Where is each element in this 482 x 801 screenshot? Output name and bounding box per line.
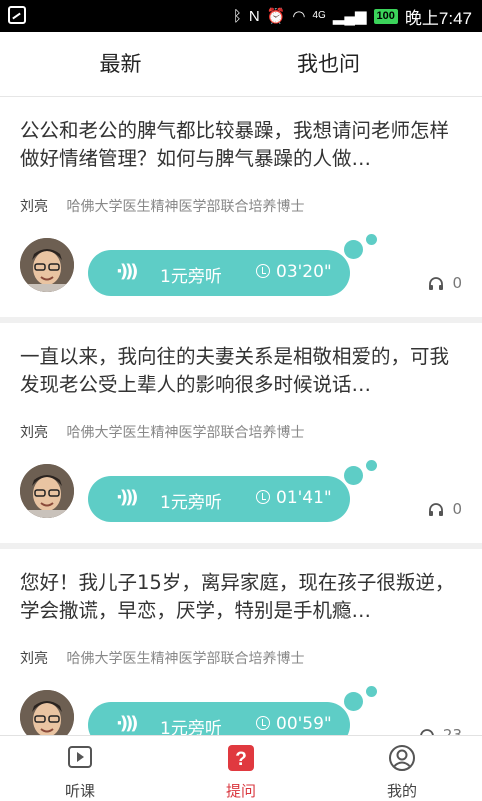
avatar-image	[20, 238, 74, 292]
bottom-nav: 听课 ? 提问 我的	[0, 735, 482, 801]
answerer-title: 哈佛大学医生精神医学部联合培养博士	[66, 651, 305, 667]
answerer-info: 刘亮 哈佛大学医生精神医学部联合培养博士	[20, 422, 304, 442]
signal-icon: ▂▄▆	[332, 7, 367, 25]
audio-duration: 01'41"	[276, 488, 332, 508]
avatar[interactable]	[20, 464, 74, 518]
answerer-name: 刘亮	[20, 425, 48, 441]
nav-courses-label: 听课	[64, 782, 95, 800]
headphones-icon	[429, 503, 444, 516]
listen-count: 0	[428, 500, 462, 518]
audio-duration: 03'20"	[276, 262, 332, 282]
audio-duration: 00'59"	[276, 714, 332, 734]
question-card[interactable]: 公公和老公的脾气都比较暴躁，我想请问老师怎样做好情绪管理？如何与脾气暴躁的人做……	[0, 97, 482, 323]
listen-count-value: 0	[452, 274, 462, 292]
bubble-dot-decoration	[366, 686, 377, 697]
question-card[interactable]: 一直以来，我向往的夫妻关系是相敬相爱的，可我发现老公受上辈人的影响很多时候说话……	[0, 323, 482, 549]
bubble-dot-decoration	[344, 466, 363, 485]
listen-audio-button[interactable]: ·))) 1元旁听 01'41"	[88, 476, 350, 522]
gallery-notification-icon	[8, 6, 26, 24]
nav-profile[interactable]: 我的	[322, 736, 482, 801]
bubble-dot-decoration	[344, 692, 363, 711]
bubble-dot-decoration	[366, 234, 377, 245]
tab-latest[interactable]: 最新	[33, 32, 208, 96]
question-text: 一直以来，我向往的夫妻关系是相敬相爱的，可我发现老公受上辈人的影响很多时候说话…	[20, 345, 450, 396]
audio-wave-icon: ·)))	[116, 487, 138, 508]
listen-audio-button[interactable]: ·))) 1元旁听 03'20"	[88, 250, 350, 296]
alarm-icon: ⏰	[266, 7, 286, 25]
status-bar: ᛒ N ⏰ ◠ 4G ▂▄▆ 100 晚上7:47	[0, 0, 482, 32]
clock-time: 晚上7:47	[404, 8, 472, 28]
bubble-dot-decoration	[344, 240, 363, 259]
wifi-icon: ◠	[292, 7, 306, 25]
headphones-icon	[429, 277, 444, 290]
answerer-info: 刘亮 哈佛大学医生精神医学部联合培养博士	[20, 196, 304, 216]
listen-price: 1元旁听	[160, 267, 222, 287]
clock-icon	[256, 264, 270, 278]
profile-icon	[389, 745, 415, 771]
listen-count: 0	[428, 274, 462, 292]
answerer-title: 哈佛大学医生精神医学部联合培养博士	[66, 425, 305, 441]
audio-wave-icon: ·)))	[116, 261, 138, 282]
question-text: 您好！我儿子15岁，离异家庭，现在孩子很叛逆，学会撒谎，早恋，厌学，特别是手机瘾…	[20, 571, 455, 622]
answerer-name: 刘亮	[20, 651, 48, 667]
svg-text:?: ?	[235, 749, 247, 770]
play-icon	[68, 746, 92, 768]
answerer-name: 刘亮	[20, 199, 48, 215]
answerer-info: 刘亮 哈佛大学医生精神医学部联合培养博士	[20, 648, 304, 668]
tab-me-too[interactable]: 我也问	[241, 32, 416, 96]
answerer-title: 哈佛大学医生精神医学部联合培养博士	[66, 199, 305, 215]
question-text: 公公和老公的脾气都比较暴躁，我想请问老师怎样做好情绪管理？如何与脾气暴躁的人做…	[20, 119, 450, 170]
question-list: 公公和老公的脾气都比较暴躁，我想请问老师怎样做好情绪管理？如何与脾气暴躁的人做……	[0, 97, 482, 769]
nav-ask[interactable]: ? 提问	[161, 736, 321, 801]
question-icon: ?	[228, 745, 254, 771]
top-tabs: 最新 我也问	[0, 32, 482, 127]
status-icons: ᛒ N ⏰ ◠ 4G ▂▄▆ 100 晚上7:47	[233, 4, 472, 28]
listen-price: 1元旁听	[160, 493, 222, 513]
network-type-label: 4G	[312, 10, 326, 21]
listen-count-value: 0	[452, 500, 462, 518]
avatar[interactable]	[20, 238, 74, 292]
avatar-image	[20, 464, 74, 518]
bluetooth-icon: ᛒ	[232, 7, 242, 25]
battery-icon: 100	[373, 8, 398, 24]
bubble-dot-decoration	[366, 460, 377, 471]
audio-wave-icon: ·)))	[116, 713, 138, 734]
clock-icon	[256, 490, 270, 504]
clock-icon	[256, 716, 270, 730]
nav-courses[interactable]: 听课	[0, 736, 160, 801]
nfc-icon: N	[248, 7, 260, 25]
nav-ask-label: 提问	[225, 782, 256, 800]
nav-profile-label: 我的	[386, 782, 417, 800]
